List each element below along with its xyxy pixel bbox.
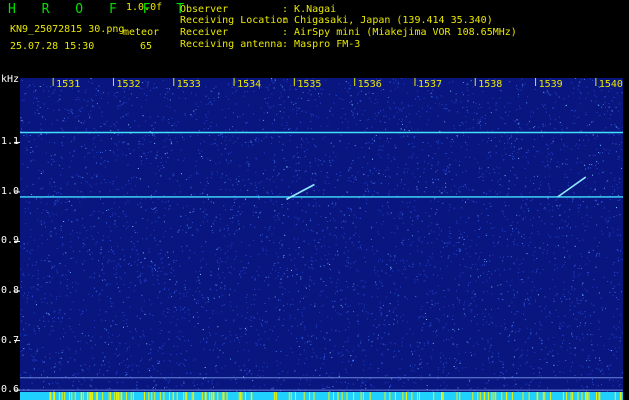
count-label: 65 [140,41,153,52]
spectrogram-heatmap [20,78,623,400]
info-location: Receiving Location [180,15,289,26]
x-tick-label: 1532 [116,79,141,90]
y-tick-label: 1.0 [1,185,20,197]
info-receiver-value: : AirSpy mini (Miakejima VOR 108.65MHz) [282,27,517,38]
x-tick-label: 1538 [478,79,503,90]
info-antenna-value: : Maspro FM-3 [282,39,361,50]
x-tick-label: 1540 [598,79,623,90]
version-label: 1.0.0f [126,2,163,13]
filename-label: KN9_25072815 30.png [10,24,125,35]
y-tick-label: 0.9 [1,235,20,247]
app-title: H R O F F T [8,2,194,17]
info-observer: Observer [180,4,229,15]
mode-label: meteor [123,27,160,38]
info-location-value: : Chigasaki, Japan (139.414 35.340) [282,15,493,26]
x-tick-label: 1535 [297,79,322,90]
y-tick-label: 0.6 [1,384,20,396]
info-receiver: Receiver [180,27,229,38]
x-tick-label: 1536 [357,79,382,90]
header-panel: H R O F F T 1.0.0f KN9_25072815 30.png m… [0,0,629,78]
datetime-label: 25.07.28 15:30 [10,41,95,52]
x-tick-label: 1534 [237,79,262,90]
x-tick-label: 1539 [538,79,563,90]
x-tick-label: 1531 [56,79,81,90]
info-observer-value: : K.Nagai [282,4,337,15]
y-tick-label: 0.7 [1,334,20,346]
y-tick-label: 0.8 [1,285,20,296]
y-tick-label: 1.1 [1,136,20,148]
x-tick-label: 1533 [176,79,201,90]
x-tick-label: 1537 [417,79,443,90]
info-antenna: Receiving antenna [180,39,283,50]
